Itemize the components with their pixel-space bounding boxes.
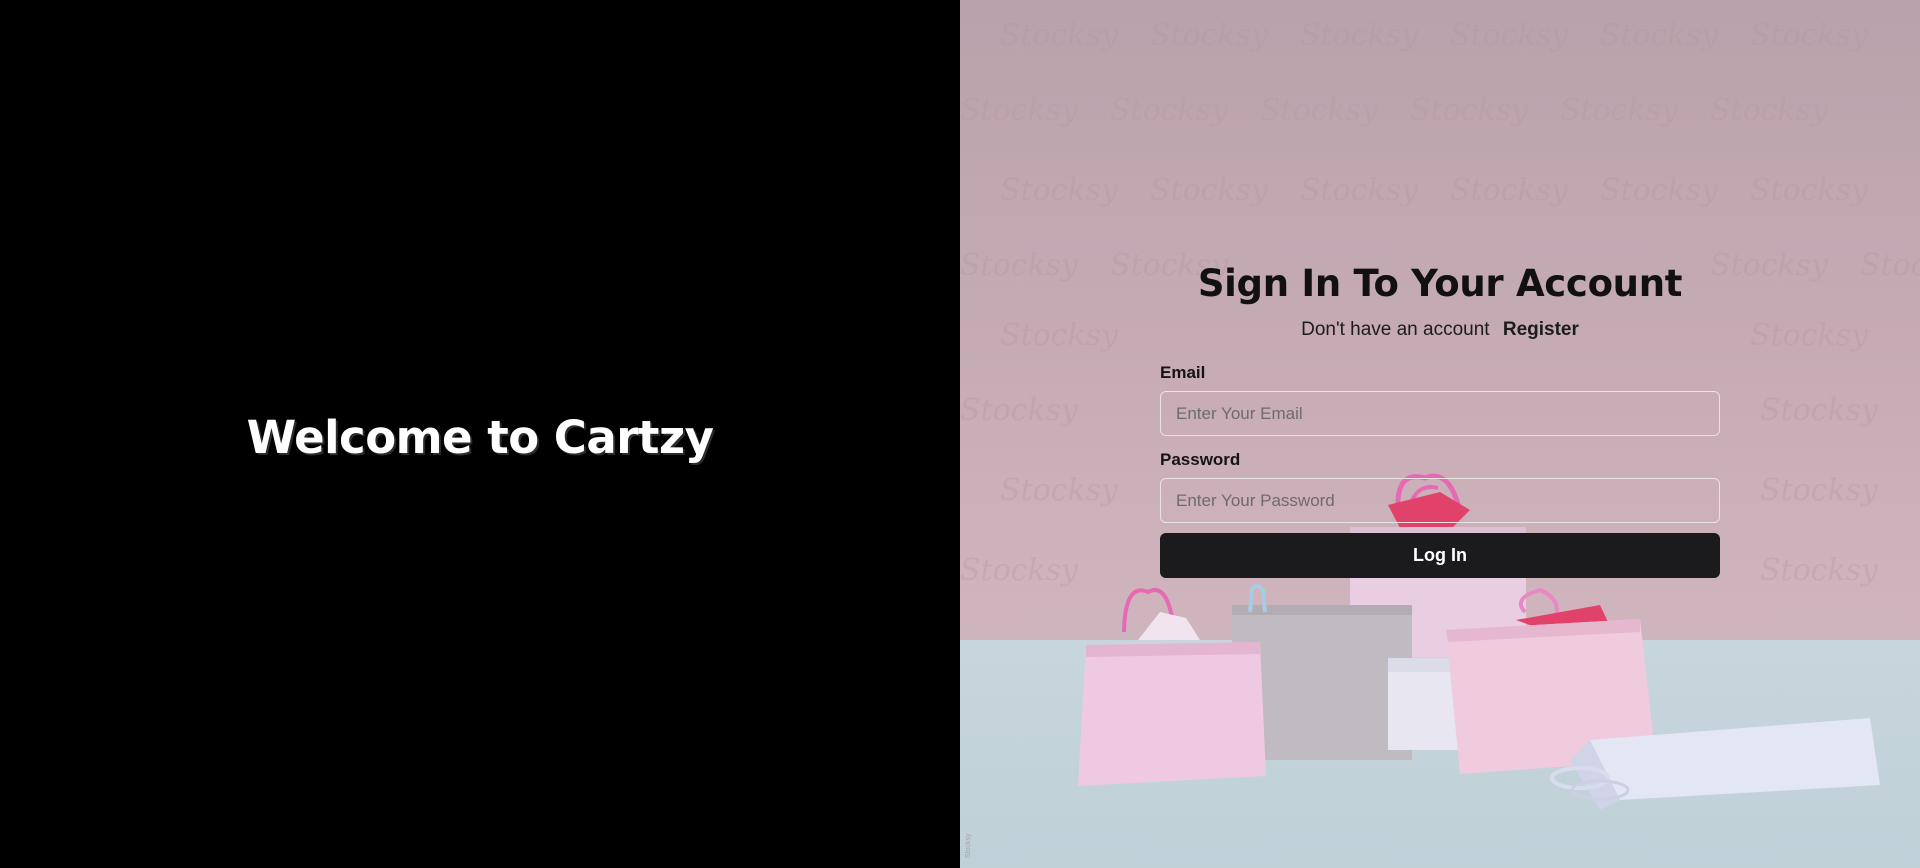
login-form: Sign In To Your Account Don't have an ac… bbox=[1160, 262, 1720, 578]
email-label: Email bbox=[1160, 363, 1206, 382]
register-link[interactable]: Register bbox=[1503, 319, 1579, 340]
svg-text:Stocksy: Stocksy bbox=[1450, 18, 1569, 53]
form-title: Sign In To Your Account bbox=[1197, 262, 1683, 305]
svg-text:Stocksy: Stocksy bbox=[1750, 18, 1869, 53]
svg-text:Stocksy: Stocksy bbox=[1450, 173, 1569, 208]
svg-text:Stocksy: Stocksy bbox=[1000, 18, 1119, 53]
svg-text:Stocksy: Stocksy bbox=[1300, 173, 1419, 208]
svg-text:Stocksy: Stocksy bbox=[1000, 318, 1119, 353]
svg-text:Stocksy: Stocksy bbox=[1560, 93, 1679, 128]
svg-text:Stocksy: Stocksy bbox=[1410, 93, 1529, 128]
login-button[interactable]: Log In bbox=[1160, 533, 1720, 578]
no-account-text: Don't have an account bbox=[1301, 319, 1490, 340]
password-field[interactable] bbox=[1160, 478, 1720, 523]
svg-text:Stocksy: Stocksy bbox=[1150, 173, 1269, 208]
welcome-panel: Welcome to Cartzy bbox=[0, 0, 960, 868]
svg-text:Stocksy: Stocksy bbox=[960, 393, 1079, 428]
register-prompt: Don't have an account Register bbox=[1160, 319, 1720, 341]
svg-text:Stocksy: Stocksy bbox=[1000, 473, 1119, 508]
image-credit-watermark: Stocksy bbox=[965, 833, 972, 858]
svg-text:Stocksy: Stocksy bbox=[1150, 18, 1269, 53]
svg-text:Stocksy: Stocksy bbox=[1260, 93, 1379, 128]
svg-text:Stocksy: Stocksy bbox=[1750, 318, 1869, 353]
svg-text:Stocksy: Stocksy bbox=[1300, 18, 1419, 53]
svg-text:Stocksy: Stocksy bbox=[1760, 553, 1879, 588]
svg-text:Stocksy: Stocksy bbox=[960, 553, 1079, 588]
svg-text:Stocksy: Stocksy bbox=[1600, 18, 1719, 53]
svg-text:Stocksy: Stocksy bbox=[1710, 248, 1829, 283]
email-field[interactable] bbox=[1160, 391, 1720, 436]
svg-text:Stocksy: Stocksy bbox=[1000, 173, 1119, 208]
welcome-heading: Welcome to Cartzy bbox=[246, 410, 714, 464]
svg-text:Stocksy: Stocksy bbox=[1110, 93, 1229, 128]
svg-text:Stocksy: Stocksy bbox=[1710, 93, 1829, 128]
svg-text:Stocksy: Stocksy bbox=[960, 93, 1079, 128]
svg-text:Stocksy: Stocksy bbox=[1750, 173, 1869, 208]
svg-text:Stocksy: Stocksy bbox=[1760, 393, 1879, 428]
password-label: Password bbox=[1160, 450, 1241, 469]
login-panel: Stocksy Stocksy Stocksy Stocksy Stocksy Stock… bbox=[960, 0, 1920, 868]
svg-text:Stocksy: Stocksy bbox=[1600, 173, 1719, 208]
svg-text:Stocksy: Stocksy bbox=[1860, 248, 1920, 283]
svg-text:Stocksy: Stocksy bbox=[960, 248, 1079, 283]
svg-text:Stocksy: Stocksy bbox=[1760, 473, 1879, 508]
